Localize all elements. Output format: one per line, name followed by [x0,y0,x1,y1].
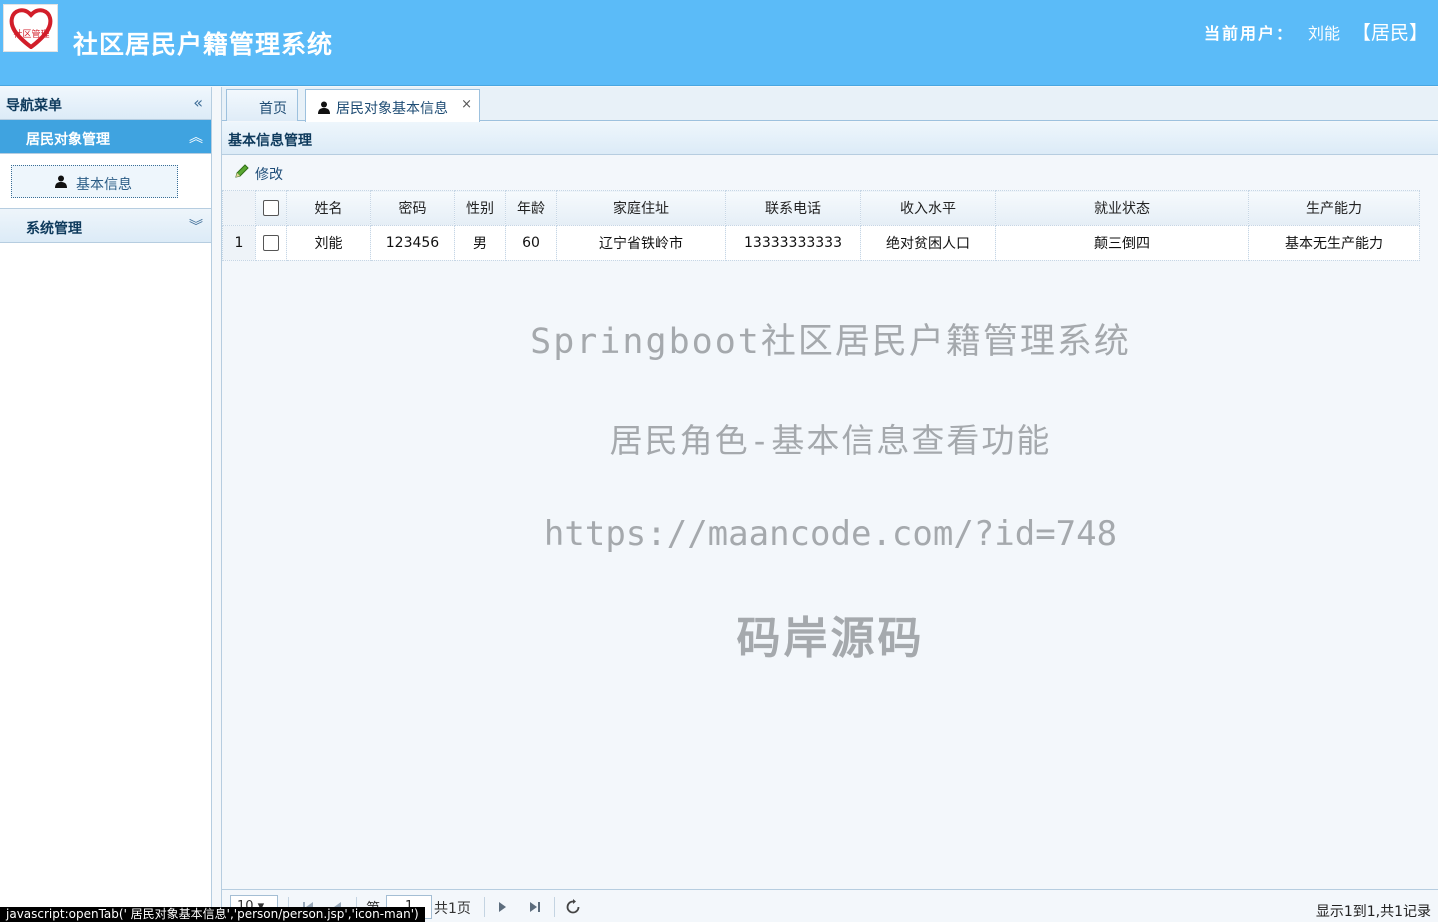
cell-password: 123456 [370,225,455,261]
close-icon[interactable]: × [461,97,472,112]
tab-label: 首页 [259,101,287,117]
tab-home[interactable]: 首页 [226,89,298,121]
sidebar-item-basic-info[interactable]: 基本信息 [11,165,178,198]
sidebar: 导航菜单 « 居民对象管理 ︽ 基本信息 系统管理 ︾ [0,87,212,922]
row-number: 1 [222,225,256,261]
column-header[interactable]: 生产能力 [1248,190,1420,226]
next-page-icon[interactable] [494,899,510,915]
cell-employment: 颠三倒四 [995,225,1249,261]
column-header[interactable]: 家庭住址 [556,190,726,226]
app-header: 社区管理 社区居民户籍管理系统 当前用户： 刘能 【居民】 [0,0,1438,86]
column-header[interactable]: 密码 [370,190,455,226]
tab-bar: 首页 居民对象基本信息 × [222,87,1438,122]
double-chevron-down-icon: ︾ [189,219,203,235]
total-pages: 共1页 [434,901,471,917]
pagination-info: 显示1到1,共1记录 [1315,904,1431,920]
cell-phone: 13333333333 [725,225,861,261]
browser-status-bar: javascript:openTab(' 居民对象基本信息','person/p… [0,907,425,922]
double-chevron-left-icon[interactable]: « [193,93,203,112]
watermark-brand: 码岸源码 [736,613,925,664]
toolbar: 修改 [222,156,1438,190]
row-select-cell [255,225,287,261]
select-all-cell [255,190,287,226]
divider [484,897,485,917]
sidebar-section-label: 居民对象管理 [26,132,110,148]
watermark-url: https://maancode.com/?id=748 [543,514,1118,554]
cell-gender: 男 [454,225,506,261]
cell-name: 刘能 [286,225,371,261]
cell-ability: 基本无生产能力 [1248,225,1420,261]
last-page-icon[interactable] [527,899,543,915]
sidebar-header: 导航菜单 « [0,87,211,120]
column-header[interactable]: 联系电话 [725,190,861,226]
watermark-title: Springboot社区居民户籍管理系统 [530,322,1131,362]
table-row[interactable]: 1 刘能 123456 男 60 辽宁省铁岭市 13333333333 绝对贫困… [222,225,1420,261]
sidebar-item-label: 基本信息 [76,177,132,193]
table-header-row: 姓名 密码 性别 年龄 家庭住址 联系电话 收入水平 就业状态 生产能力 [222,190,1420,226]
pencil-icon [235,164,249,178]
column-header[interactable]: 年龄 [505,190,557,226]
resident-table: 姓名 密码 性别 年龄 家庭住址 联系电话 收入水平 就业状态 生产能力 1 刘… [222,190,1420,261]
sidebar-section-label: 系统管理 [26,221,82,237]
edit-button-label: 修改 [255,167,283,183]
main-content: 首页 居民对象基本信息 × 基本信息管理 修改 姓名 密码 性别 年龄 家庭住址… [221,87,1438,922]
double-chevron-up-icon: ︽ [189,130,203,146]
current-user-role: 【居民】 [1351,22,1428,44]
cell-address: 辽宁省铁岭市 [556,225,726,261]
column-header[interactable]: 性别 [454,190,506,226]
row-checkbox[interactable] [263,235,279,251]
sidebar-title: 导航菜单 [6,98,62,114]
sidebar-section-system-management[interactable]: 系统管理 ︾ [0,209,211,243]
sidebar-section-body: 基本信息 [0,154,211,209]
cell-age: 60 [505,225,557,261]
row-number-header [222,190,256,226]
column-header[interactable]: 就业状态 [995,190,1249,226]
app-logo: 社区管理 [3,4,58,52]
current-user-name: 刘能 [1307,24,1340,43]
user-icon [318,101,330,114]
tab-label: 居民对象基本信息 [336,101,448,117]
current-user-label: 当前用户： [1203,24,1294,43]
current-user: 当前用户： 刘能 【居民】 [1204,18,1428,45]
edit-button[interactable]: 修改 [234,164,283,183]
panel-title: 基本信息管理 [228,133,312,149]
column-header[interactable]: 姓名 [286,190,371,226]
panel-header: 基本信息管理 [222,122,1438,155]
sidebar-section-resident-management[interactable]: 居民对象管理 ︽ [0,120,211,154]
refresh-icon[interactable] [565,899,581,915]
user-icon [55,175,67,188]
app-title: 社区居民户籍管理系统 [73,30,334,59]
cell-income: 绝对贫困人口 [860,225,996,261]
watermark-subtitle: 居民角色-基本信息查看功能 [609,421,1052,460]
column-header[interactable]: 收入水平 [860,190,996,226]
logo-text: 社区管理 [13,30,50,40]
divider [554,897,555,917]
select-all-checkbox[interactable] [263,200,279,216]
tab-resident-basic-info[interactable]: 居民对象基本信息 × [305,89,480,122]
